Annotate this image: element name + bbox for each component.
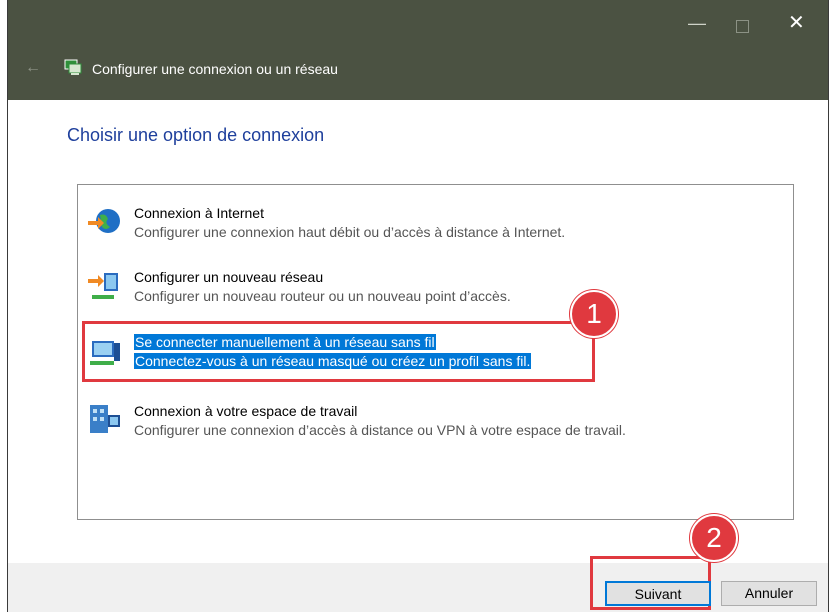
new-network-icon: [88, 273, 118, 299]
option-internet[interactable]: Connexion à Internet Configurer une conn…: [78, 201, 793, 245]
workplace-vpn-icon: [90, 405, 120, 433]
title-bar: — ✕ ← Configurer une connexion ou un rés…: [8, 0, 828, 100]
option-title: Connexion à Internet: [134, 205, 264, 221]
back-arrow-icon[interactable]: ←: [25, 59, 41, 77]
globe-internet-icon: [88, 209, 120, 233]
option-new-network[interactable]: Configurer un nouveau réseau Configurer …: [78, 265, 793, 309]
window-title: Configurer une connexion ou un réseau: [92, 61, 338, 77]
option-description: Configurer une connexion d’accès à dista…: [134, 422, 626, 438]
close-button[interactable]: ✕: [788, 13, 805, 33]
minimize-button[interactable]: —: [688, 14, 706, 32]
option-title: Configurer un nouveau réseau: [134, 269, 324, 285]
step-1-badge: 1: [570, 290, 618, 338]
page-title: Choisir une option de connexion: [67, 125, 325, 145]
highlight-box-option: [82, 321, 595, 382]
network-setup-icon: [64, 59, 82, 75]
option-workplace[interactable]: Connexion à votre espace de travail Conf…: [78, 399, 793, 443]
option-title: Connexion à votre espace de travail: [134, 403, 358, 419]
dialog-window: — ✕ ← Configurer une connexion ou un rés…: [7, 0, 829, 612]
option-description: Configurer une connexion haut débit ou d…: [134, 224, 566, 240]
step-2-badge: 2: [690, 514, 738, 562]
option-description: Configurer un nouveau routeur ou un nouv…: [134, 288, 511, 304]
next-button[interactable]: Suivant: [605, 581, 711, 606]
maximize-button[interactable]: [736, 20, 749, 33]
cancel-button[interactable]: Annuler: [721, 581, 817, 606]
